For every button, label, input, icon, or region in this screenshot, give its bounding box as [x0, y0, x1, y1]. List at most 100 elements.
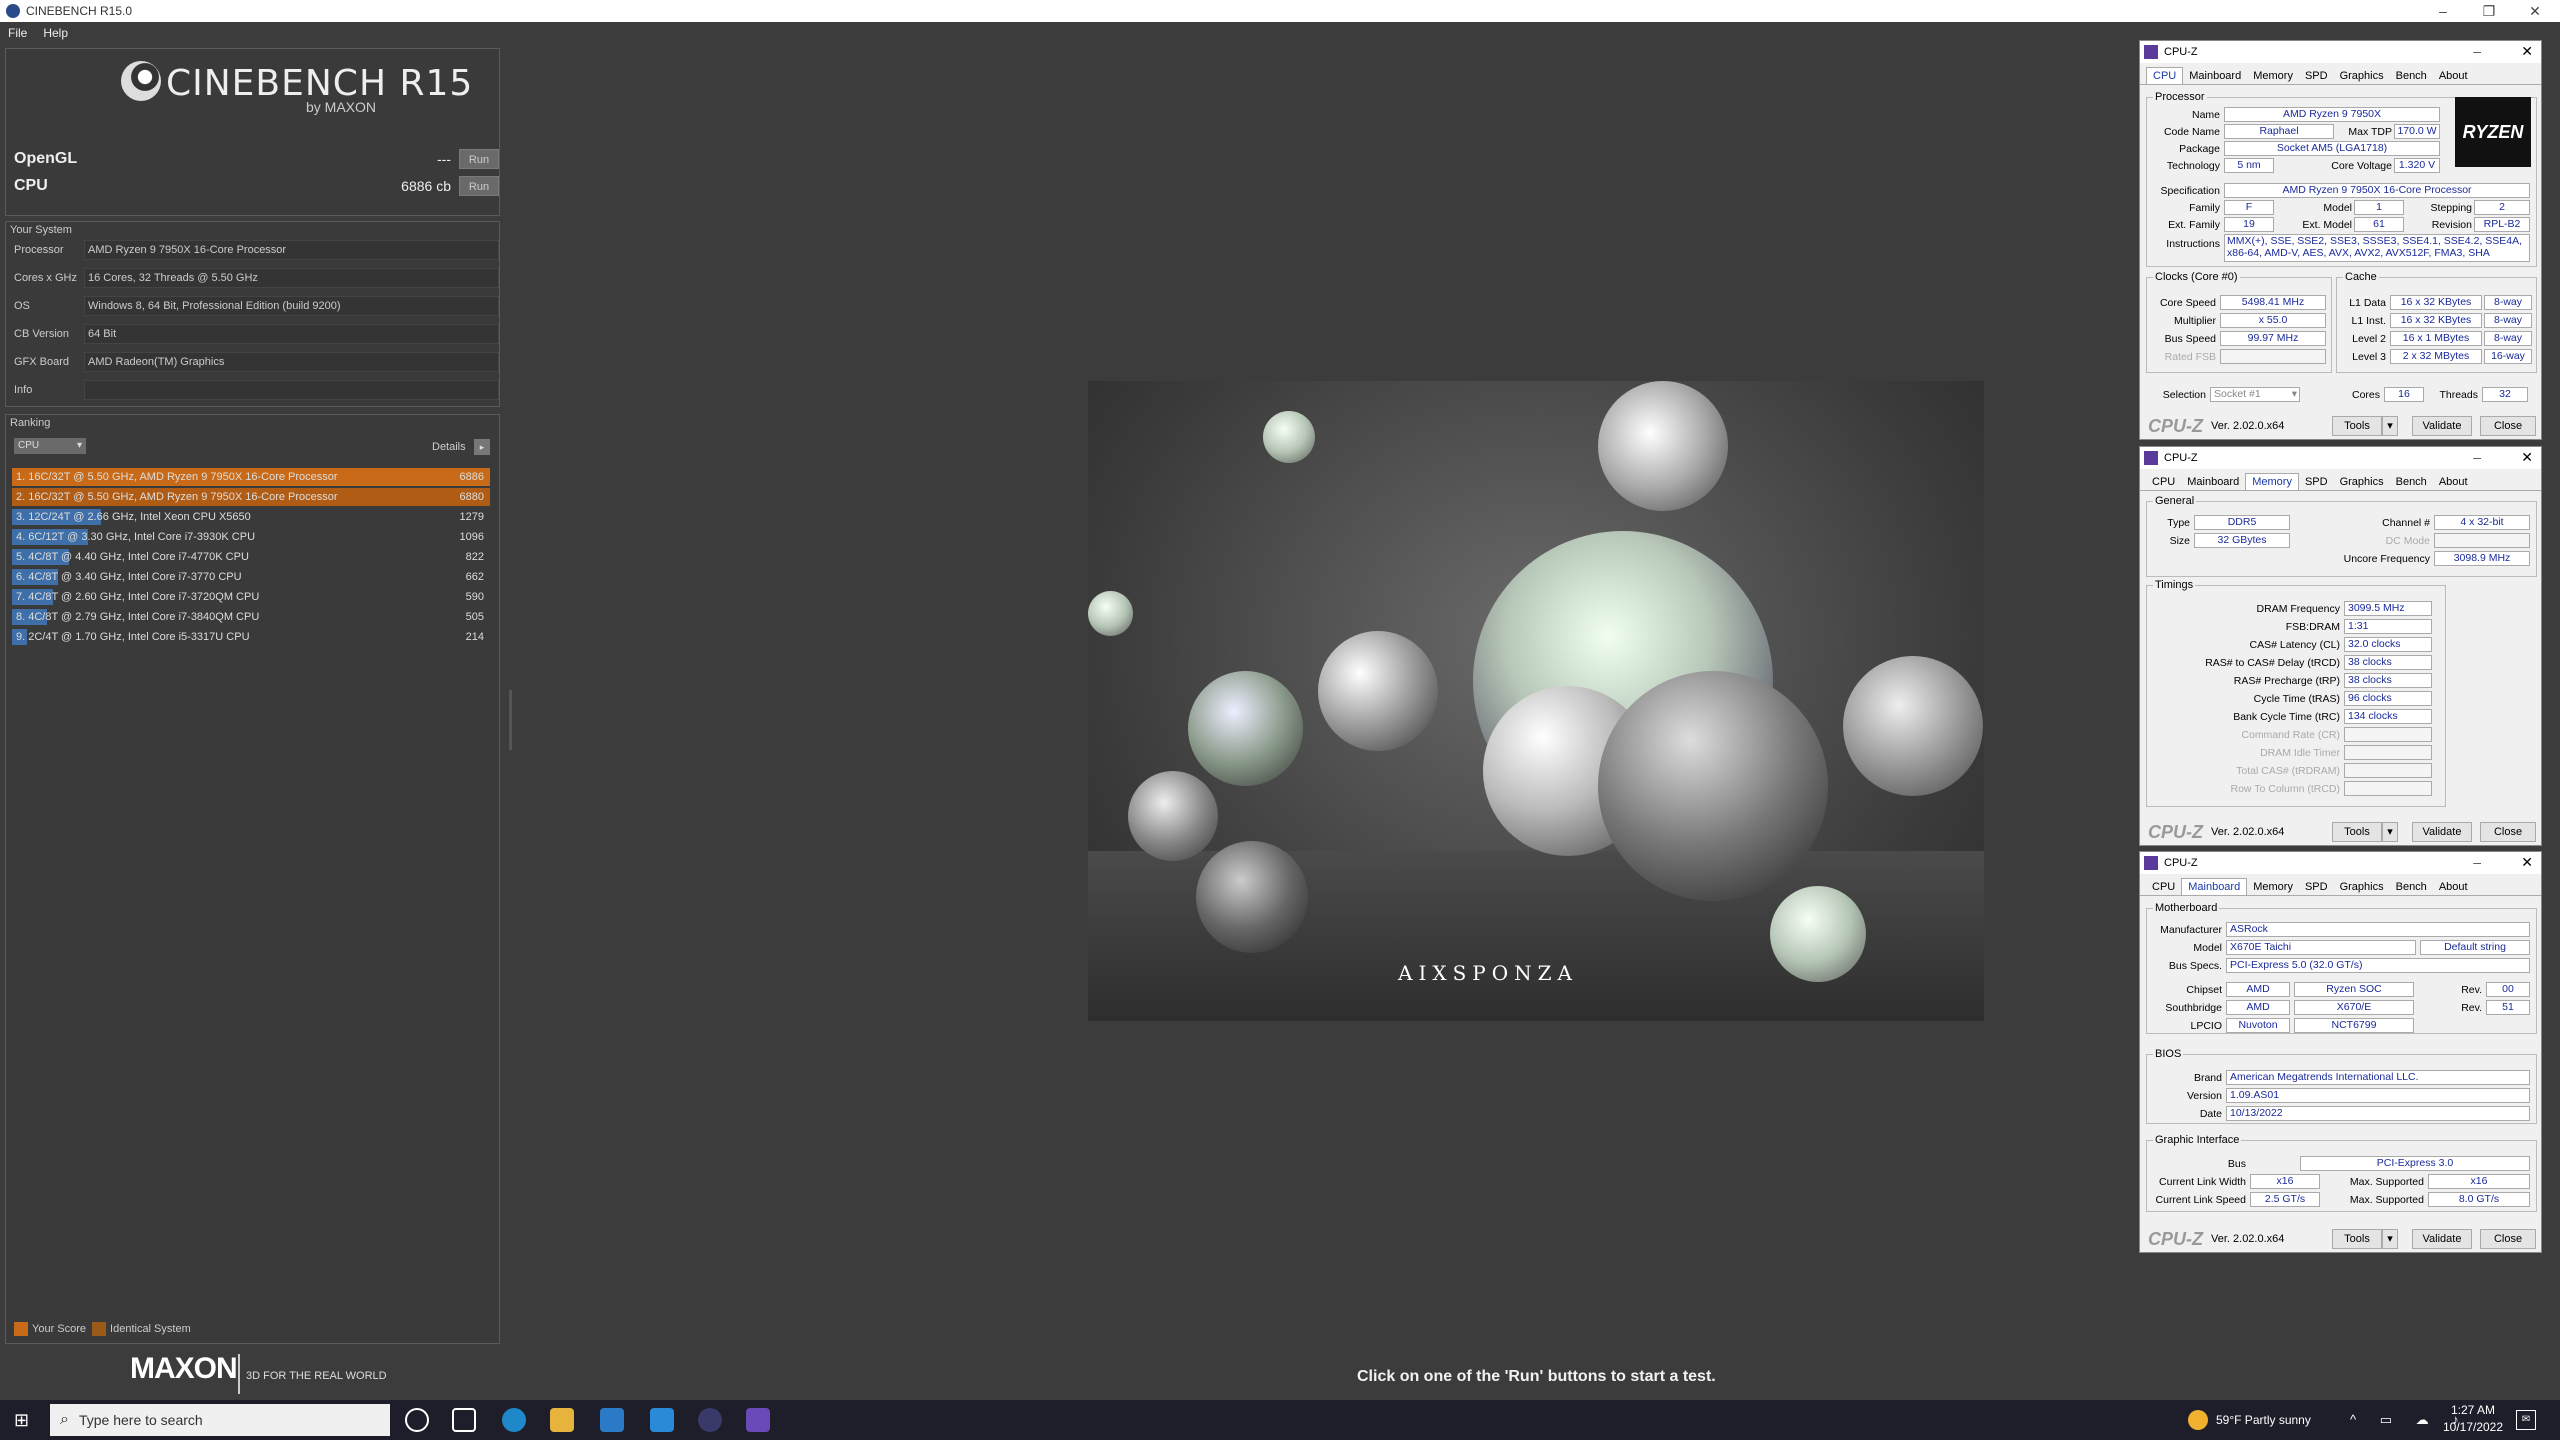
windows-start-icon[interactable]: ⊞ [14, 1410, 34, 1430]
cpu-extfamily: 19 [2224, 217, 2274, 232]
tab-memory[interactable]: Memory [2245, 473, 2299, 490]
tools-button[interactable]: Tools [2332, 822, 2382, 842]
taskbar-clock[interactable]: 1:27 AM 10/17/2022 [2438, 1402, 2508, 1436]
tab-mainboard[interactable]: Mainboard [2181, 878, 2248, 895]
cpu-run-button[interactable]: Run [459, 176, 499, 196]
cpuz-app-icon [2144, 45, 2158, 59]
close-button[interactable]: Close [2480, 416, 2536, 436]
label-selection: Selection [2162, 389, 2206, 401]
tab-spd[interactable]: SPD [2299, 474, 2334, 490]
tab-graphics[interactable]: Graphics [2334, 879, 2390, 895]
ranking-row[interactable]: 4. 6C/12T @ 3.30 GHz, Intel Core i7-3930… [12, 528, 490, 546]
validate-button[interactable]: Validate [2412, 416, 2472, 436]
tab-about[interactable]: About [2433, 68, 2474, 84]
file-explorer-icon[interactable] [550, 1408, 574, 1432]
cpuz-taskbar-icon[interactable] [746, 1408, 770, 1432]
close-button[interactable]: Close [2480, 1229, 2536, 1249]
cpuz-minimize-button[interactable]: – [2473, 449, 2481, 465]
timing-value: 38 clocks [2344, 673, 2432, 688]
cpuz-close-icon[interactable]: ✕ [2521, 43, 2533, 60]
cache-l2-way: 8-way [2484, 331, 2532, 346]
tab-bench[interactable]: Bench [2390, 474, 2433, 490]
tab-bench[interactable]: Bench [2390, 68, 2433, 84]
menu-file[interactable]: File [0, 26, 35, 40]
tab-graphics[interactable]: Graphics [2334, 474, 2390, 490]
ranking-row-label: 1. 16C/32T @ 5.50 GHz, AMD Ryzen 9 7950X… [16, 471, 338, 483]
ranking-row[interactable]: 5. 4C/8T @ 4.40 GHz, Intel Core i7-4770K… [12, 548, 490, 566]
gi-link-width: x16 [2250, 1174, 2320, 1189]
ranking-row[interactable]: 8. 4C/8T @ 2.79 GHz, Intel Core i7-3840Q… [12, 608, 490, 626]
validate-button[interactable]: Validate [2412, 822, 2472, 842]
cpuz-close-icon[interactable]: ✕ [2521, 854, 2533, 871]
panel-splitter[interactable] [509, 690, 512, 750]
details-toggle-icon[interactable]: ▸ [474, 439, 490, 455]
minimize-button[interactable]: – [2420, 0, 2466, 22]
tab-cpu[interactable]: CPU [2146, 67, 2184, 84]
ranking-row[interactable]: 2. 16C/32T @ 5.50 GHz, AMD Ryzen 9 7950X… [12, 488, 490, 506]
ranking-type-dropdown[interactable]: CPU ▾ [14, 438, 86, 454]
sys-row-info: Info [14, 380, 499, 400]
tab-mainboard[interactable]: Mainboard [2183, 68, 2247, 84]
close-button[interactable]: Close [2480, 822, 2536, 842]
ranking-legend: Your Score Identical System [12, 1322, 191, 1336]
tab-mainboard[interactable]: Mainboard [2181, 474, 2245, 490]
tab-about[interactable]: About [2433, 879, 2474, 895]
dropdown-value: CPU [18, 440, 40, 451]
ranking-row[interactable]: 3. 12C/24T @ 2.66 GHz, Intel Xeon CPU X5… [12, 508, 490, 526]
tab-about[interactable]: About [2433, 474, 2474, 490]
menu-help[interactable]: Help [35, 26, 76, 40]
ranking-row[interactable]: 7. 4C/8T @ 2.60 GHz, Intel Core i7-3720Q… [12, 588, 490, 606]
store-icon[interactable] [600, 1408, 624, 1432]
cache-group-title: Cache [2343, 271, 2379, 283]
ranking-row[interactable]: 1. 16C/32T @ 5.50 GHz, AMD Ryzen 9 7950X… [12, 468, 490, 486]
notification-icon[interactable]: ✉ [2516, 1410, 2536, 1430]
tab-cpu[interactable]: CPU [2146, 474, 2181, 490]
edge-icon[interactable] [502, 1408, 526, 1432]
label-spec: Specification [2160, 185, 2220, 197]
tools-button[interactable]: Tools [2332, 416, 2382, 436]
validate-button[interactable]: Validate [2412, 1229, 2472, 1249]
cortana-icon[interactable] [405, 1408, 429, 1432]
weather-widget[interactable]: 59°F Partly sunny [2188, 1400, 2311, 1440]
tab-memory[interactable]: Memory [2247, 879, 2299, 895]
cinebench-taskbar-icon[interactable] [698, 1408, 722, 1432]
mb-busspecs: PCI-Express 5.0 (32.0 GT/s) [2226, 958, 2530, 973]
info-input[interactable] [84, 380, 499, 400]
cpu-package: Socket AM5 (LGA1718) [2224, 141, 2440, 156]
cpu-maxtdp: 170.0 W [2394, 124, 2440, 139]
task-view-icon[interactable] [452, 1408, 476, 1432]
tools-dropdown-icon[interactable]: ▾ [2382, 416, 2398, 436]
tab-memory[interactable]: Memory [2247, 68, 2299, 84]
tools-dropdown-icon[interactable]: ▾ [2382, 1229, 2398, 1249]
tab-bench[interactable]: Bench [2390, 879, 2433, 895]
label-lpcio: LPCIO [2190, 1020, 2222, 1032]
cpu-ratedfsb [2220, 349, 2326, 364]
tools-button[interactable]: Tools [2332, 1229, 2382, 1249]
cpuz-close-icon[interactable]: ✕ [2521, 449, 2533, 466]
ranking-row[interactable]: 6. 4C/8T @ 3.40 GHz, Intel Core i7-3770 … [12, 568, 490, 586]
socket-selection-dropdown[interactable]: Socket #1 ▾ [2210, 387, 2300, 402]
mb-manufacturer: ASRock [2226, 922, 2530, 937]
tab-spd[interactable]: SPD [2299, 68, 2334, 84]
label-package: Package [2179, 143, 2220, 155]
tab-spd[interactable]: SPD [2299, 879, 2334, 895]
tab-graphics[interactable]: Graphics [2334, 68, 2390, 84]
ranking-row[interactable]: 9. 2C/4T @ 1.70 GHz, Intel Core i5-3317U… [12, 628, 490, 646]
mail-icon[interactable] [650, 1408, 674, 1432]
label-name: Name [2191, 109, 2220, 121]
maximize-button[interactable]: ❐ [2466, 0, 2512, 22]
ranking-row-label: 2. 16C/32T @ 5.50 GHz, AMD Ryzen 9 7950X… [16, 491, 338, 503]
label-busspeed: Bus Speed [2164, 333, 2216, 345]
sys-row-cores: Cores x GHz 16 Cores, 32 Threads @ 5.50 G… [14, 268, 499, 288]
cpuz-minimize-button[interactable]: – [2473, 854, 2481, 870]
tab-cpu[interactable]: CPU [2146, 879, 2181, 895]
mem-type: DDR5 [2194, 515, 2290, 530]
taskbar-search-box[interactable]: ⌕ Type here to search [50, 1404, 390, 1436]
opengl-run-button[interactable]: Run [459, 149, 499, 169]
gi-max-width: x16 [2428, 1174, 2530, 1189]
sys-row-processor: Processor AMD Ryzen 9 7950X 16-Core Proce… [14, 240, 499, 260]
close-button[interactable]: ✕ [2512, 0, 2558, 22]
mem-channel: 4 x 32-bit [2434, 515, 2530, 530]
cpuz-minimize-button[interactable]: – [2473, 43, 2481, 59]
tools-dropdown-icon[interactable]: ▾ [2382, 822, 2398, 842]
